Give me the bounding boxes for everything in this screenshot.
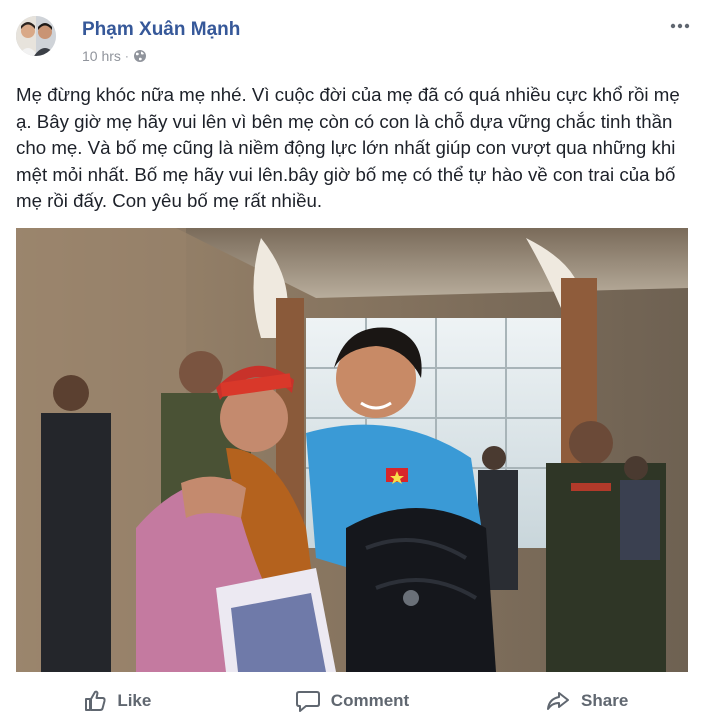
thumbs-up-icon [85,690,106,711]
post-meta: 10 hrs · [82,48,147,64]
meta-separator: · [124,49,129,63]
globe-icon[interactable] [133,49,147,63]
post-actions-bar: Like Comment Share [0,676,704,726]
share-label: Share [581,691,629,710]
timestamp-link[interactable]: 10 hrs [82,48,121,64]
more-dots-icon[interactable] [668,14,692,38]
like-button[interactable]: Like [0,676,235,726]
facebook-post: Phạm Xuân Mạnh 10 hrs · Mẹ đừng khóc nữa… [0,0,704,726]
share-button[interactable]: Share [469,676,704,726]
post-photo[interactable] [16,228,688,672]
comment-label: Comment [330,691,410,710]
comment-button[interactable]: Comment [235,676,470,726]
avatar[interactable] [16,16,56,56]
like-label: Like [117,691,152,710]
post-body-text: Mẹ đừng khóc nữa mẹ nhé. Vì cuộc đời của… [16,84,680,211]
comment-bubble-icon [295,691,320,712]
author-name-link[interactable]: Phạm Xuân Mạnh [82,19,240,41]
share-arrow-icon [547,692,570,710]
